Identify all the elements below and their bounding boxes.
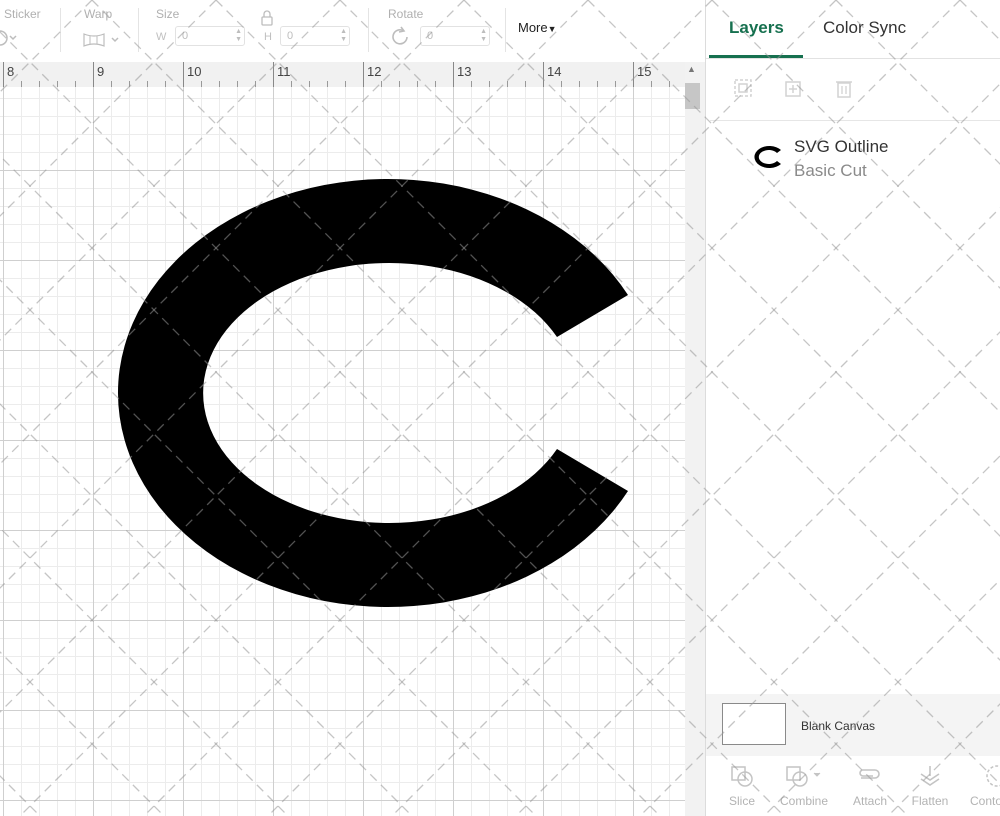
- contour-button[interactable]: Conto: [960, 760, 1000, 816]
- layer-item[interactable]: SVG Outline Basic Cut: [706, 128, 1000, 186]
- combine-button[interactable]: Combine: [774, 760, 834, 816]
- flatten-icon: [920, 766, 940, 786]
- attach-icon: [859, 769, 880, 779]
- duplicate-icon[interactable]: [782, 76, 806, 100]
- ruler-number: 11: [277, 64, 291, 79]
- combine-icon: [786, 766, 821, 787]
- flatten-button[interactable]: Flatten: [900, 760, 960, 816]
- width-label: W: [156, 31, 167, 43]
- toolbar-separator: [60, 8, 61, 52]
- tab-color-sync[interactable]: Color Sync: [823, 18, 906, 38]
- layer-name: SVG Outline: [794, 137, 889, 156]
- height-field[interactable]: 0 ▲ ▼: [280, 26, 350, 46]
- warp-label: Warp: [84, 7, 113, 21]
- ruler-number: 13: [457, 64, 472, 79]
- ruler-number: 12: [367, 64, 382, 79]
- height-value: 0: [287, 30, 294, 42]
- sticker-icon: [0, 30, 17, 46]
- edit-toolbar: Sticker Warp Size W 0 ▲ ▼ H 0 ▲ ▼ Rotate…: [0, 0, 705, 62]
- svg-outline-shape[interactable]: [117, 179, 628, 607]
- warp-control[interactable]: Warp: [78, 0, 140, 62]
- blank-canvas-label: Blank Canvas: [801, 719, 876, 733]
- rotate-stepper-icon[interactable]: ▲ ▼: [480, 28, 487, 44]
- flatten-label: Flatten: [911, 794, 949, 808]
- warp-icon: [83, 33, 119, 47]
- canvas-layer: [117, 179, 628, 607]
- layers-panel: Layers Color Sync SVG Outline Basic Cut …: [705, 0, 1000, 816]
- ruler-major-tick: [633, 62, 634, 87]
- ruler-major-tick: [3, 62, 4, 87]
- scroll-up-icon[interactable]: ▲: [687, 64, 696, 74]
- group-icon[interactable]: [731, 76, 755, 100]
- rotate-label: Rotate: [388, 7, 424, 21]
- contour-icon: [986, 765, 1000, 787]
- ruler-major-tick: [273, 62, 274, 87]
- slice-button[interactable]: Slice: [712, 760, 772, 816]
- more-label: More: [518, 20, 548, 35]
- ruler-number: 8: [7, 64, 15, 79]
- canvas-color-swatch[interactable]: [722, 703, 786, 745]
- layer-actions-divider: [710, 120, 1000, 121]
- size-control: Size W 0 ▲ ▼ H 0 ▲ ▼: [150, 0, 360, 62]
- panel-divider: [706, 58, 1000, 59]
- caret-down-icon: ▼: [547, 24, 557, 34]
- rotate-control: Rotate 0 ▲ ▼: [380, 0, 495, 62]
- toolbar-separator: [368, 8, 369, 52]
- slice-label: Slice: [728, 794, 755, 808]
- vertical-scrollbar[interactable]: [685, 62, 705, 816]
- ruler-major-tick: [363, 62, 364, 87]
- layer-operation: Basic Cut: [794, 161, 867, 180]
- more-button[interactable]: More▼: [518, 20, 557, 35]
- ruler-major-tick: [543, 62, 544, 87]
- design-canvas[interactable]: [0, 87, 685, 816]
- width-stepper-icon[interactable]: ▲ ▼: [235, 28, 242, 44]
- ruler-major-tick: [93, 62, 94, 87]
- horizontal-ruler: 8 9 10 11 12 13 14 15: [0, 62, 685, 88]
- ruler-major-tick: [183, 62, 184, 87]
- lock-icon[interactable]: [260, 10, 274, 26]
- contour-label: Conto: [970, 794, 1000, 808]
- height-label: H: [264, 31, 272, 43]
- toolbar-separator: [505, 8, 506, 52]
- rotate-value: 0: [427, 30, 434, 42]
- ruler-number: 15: [637, 64, 652, 79]
- scrollbar-thumb[interactable]: [685, 83, 700, 109]
- toolbar-separator: [138, 8, 139, 52]
- height-stepper-icon[interactable]: ▲ ▼: [340, 28, 347, 44]
- tab-layers[interactable]: Layers: [729, 18, 784, 38]
- sticker-control[interactable]: Sticker: [0, 0, 60, 62]
- sticker-label: Sticker: [4, 7, 41, 21]
- ruler-number: 9: [97, 64, 105, 79]
- rotate-icon: [392, 26, 408, 45]
- combine-label: Combine: [779, 794, 829, 808]
- blank-canvas-row: Blank Canvas: [706, 694, 1000, 756]
- delete-icon[interactable]: [832, 76, 856, 100]
- ruler-number: 10: [187, 64, 202, 79]
- slice-icon: [731, 766, 753, 787]
- ruler-number: 14: [547, 64, 562, 79]
- size-label: Size: [156, 7, 180, 21]
- attach-label: Attach: [852, 794, 888, 808]
- width-field[interactable]: 0 ▲ ▼: [175, 26, 245, 46]
- ruler-major-tick: [453, 62, 454, 87]
- width-value: 0: [182, 30, 189, 42]
- rotate-field[interactable]: 0 ▲ ▼: [420, 26, 490, 46]
- attach-button[interactable]: Attach: [840, 760, 900, 816]
- layer-thumbnail-icon: [754, 146, 781, 168]
